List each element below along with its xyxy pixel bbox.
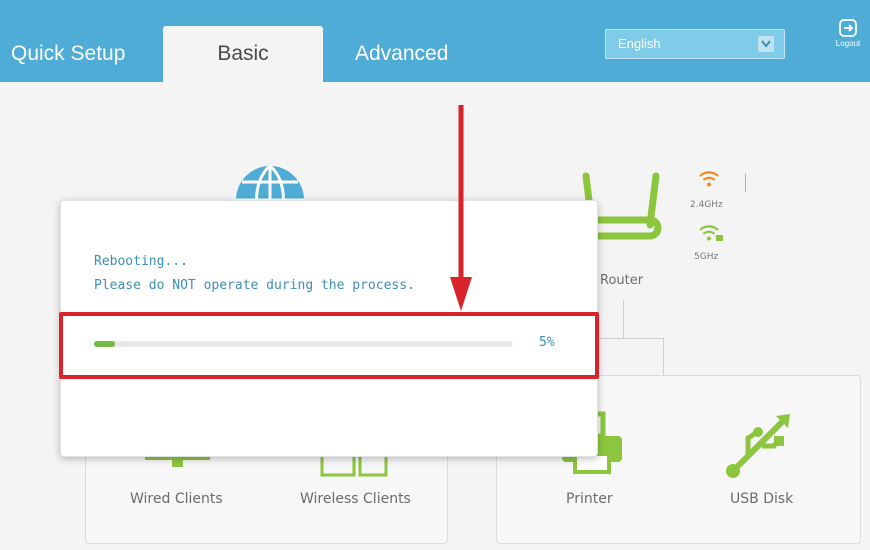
annotation-arrow xyxy=(450,105,472,311)
wired-clients-label[interactable]: Wired Clients xyxy=(130,491,223,507)
usb-disk-label[interactable]: USB Disk xyxy=(730,491,793,507)
printer-label[interactable]: Printer xyxy=(566,491,613,507)
tab-advanced[interactable]: Advanced xyxy=(355,26,448,82)
tab-quick-setup[interactable]: Quick Setup xyxy=(11,26,125,82)
wireless-clients-label[interactable]: Wireless Clients xyxy=(300,491,411,507)
router-label: Router xyxy=(600,273,644,288)
connector-line xyxy=(623,300,624,338)
reboot-status-text: Rebooting... xyxy=(94,254,188,269)
wifi-divider xyxy=(745,174,746,192)
band-24ghz-label: 2.4GHz xyxy=(690,200,723,210)
wifi-5ghz-icon xyxy=(699,225,723,241)
top-nav-bar: Quick Setup Basic Advanced English Logou… xyxy=(0,0,870,82)
logout-icon xyxy=(839,19,857,37)
logout-button[interactable]: Logout xyxy=(826,18,870,62)
wireless-clients-icon[interactable] xyxy=(320,455,390,479)
chevron-down-icon[interactable] xyxy=(758,36,774,52)
band-5ghz-label: 5GHz xyxy=(694,252,719,262)
connector-line xyxy=(598,338,664,339)
usb-icon[interactable] xyxy=(724,412,796,478)
language-select[interactable]: English xyxy=(605,29,785,59)
language-select-value: English xyxy=(618,36,661,51)
wifi-24ghz-icon xyxy=(699,171,719,187)
reboot-warning-text: Please do NOT operate during the process… xyxy=(94,278,415,293)
tab-basic[interactable]: Basic xyxy=(163,26,323,82)
connector-line xyxy=(663,338,664,376)
highlight-box xyxy=(59,312,599,379)
logout-label: Logout xyxy=(835,39,861,48)
